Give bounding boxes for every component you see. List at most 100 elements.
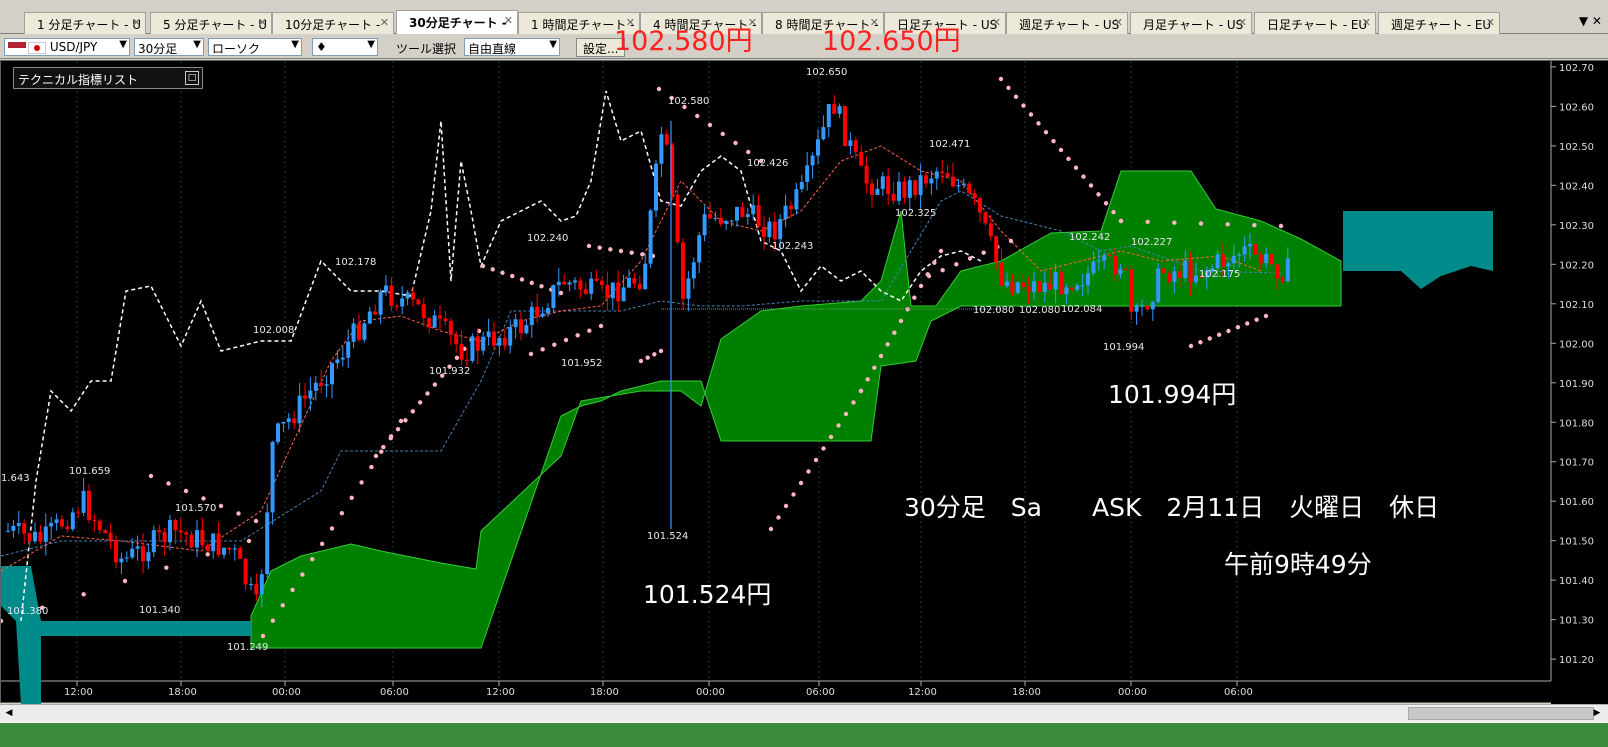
candle-bull [767,221,772,238]
tab-label: 10分足チャート - [285,18,381,32]
tab-chart-11[interactable]: 日足チャート - EU ✕ [1254,12,1376,34]
candle-bear [940,171,945,174]
candle-bear [1048,282,1053,290]
candle-bear [1129,269,1134,312]
candle-bull [783,205,788,220]
close-icon[interactable]: ✕ [1238,16,1247,29]
candle-bull [400,298,405,307]
tab-chart-4[interactable]: 30分足チャート - ✕ [396,10,518,34]
technical-indicator-list[interactable]: テクニカル指標リスト □ [13,67,203,89]
price-label: 102.080 [1019,305,1060,316]
candle-bear [427,318,432,328]
candle-bear [475,336,480,351]
price-tick-label: 101.50 [1559,537,1594,548]
candle-bear [718,217,723,224]
tab-chart-2[interactable]: 5 分足チャート - U ✕ [150,12,272,34]
tool-select[interactable]: 自由直線 ▼ [464,38,560,56]
price-label: 102.240 [527,233,568,244]
horizontal-scrollbar[interactable]: ◀ ▶ [0,704,1608,722]
psar-dot [1235,325,1241,330]
candle-bull [1215,254,1220,269]
price-label: 102.243 [772,241,813,252]
price-tick-label: 101.90 [1559,379,1594,390]
close-icon[interactable]: ✕ [1486,16,1495,29]
timeframe-select[interactable]: 30分足 ▼ [134,38,204,56]
psar-dot [640,252,645,257]
currency-pair-select[interactable]: USD/JPY ▼ [4,38,130,56]
scroll-right-icon[interactable]: ▶ [1590,707,1604,720]
ichimoku-cloud-teal-left [1,566,251,704]
scroll-left-icon[interactable]: ◀ [2,707,16,720]
tab-chart-9[interactable]: 週足チャート - US ✕ [1006,12,1128,34]
candle-bear [583,289,588,294]
candle-bull [330,363,334,385]
close-icon[interactable]: ✕ [132,16,141,29]
candle-bull [130,548,135,558]
candle-bull [486,331,491,337]
tab-label: 月足チャート - US [1143,18,1244,32]
candle-bear [886,176,891,195]
tab-chart-10[interactable]: 月足チャート - US ✕ [1130,12,1252,34]
time-tick-label: 06:00 [1224,687,1253,698]
candle-bull [281,422,286,424]
psar-dot [707,122,713,128]
psar-dot [878,353,884,359]
candle-bear [756,205,761,227]
close-icon[interactable]: ✕ [1362,16,1371,29]
candle-bull [1226,263,1231,267]
candle-bear [22,523,27,534]
candle-bull [119,558,124,563]
candle-bear [184,532,189,535]
tab-chart-12[interactable]: 週足チャート - EU ✕ [1378,12,1500,34]
psar-dot [885,342,890,347]
candle-bull [1140,305,1144,307]
psar-dot [1,618,4,624]
close-icon[interactable]: ✕ [504,14,513,27]
psar-dot [645,355,650,360]
psar-dot [1036,121,1041,126]
close-icon[interactable]: ✕ [1114,16,1123,29]
candle-bear [254,584,259,595]
candle-bull [929,178,934,184]
psar-dot [967,256,973,261]
scroll-thumb[interactable] [1408,707,1594,720]
chart-area[interactable]: 102.70 102.60 102.50 102.40 102.30 102.20 102.… [0,60,1608,704]
candle-bear [162,531,167,543]
psar-dot [329,526,335,531]
psar-dot [270,618,276,623]
candle-bull [1075,285,1080,290]
close-icon[interactable]: ✕ [380,16,389,29]
psar-dot [858,388,864,394]
tab-chart-3[interactable]: 10分足チャート - ✕ [272,12,394,34]
candle-bear [357,323,361,340]
candle-bull [249,584,253,586]
psar-dot [236,511,241,516]
close-icon[interactable]: ✕ [258,16,267,29]
price-label: 102.650 [806,67,847,78]
psar-dot [658,348,664,354]
chevron-down-icon: ▼ [367,39,375,50]
close-icon[interactable]: ✕ [992,16,1001,29]
psar-dot [395,427,401,432]
price-tick-label: 102.70 [1559,63,1594,74]
psar-dot [1188,343,1194,349]
psar-dot [1245,321,1250,326]
chart-type-select[interactable]: ローソク ▼ [208,38,302,56]
candle-bull [270,441,275,513]
price-tick-label: 102.10 [1559,300,1594,311]
psar-dot [1263,313,1269,319]
time-tick-label: 18:00 [590,687,619,698]
psar-dot [388,435,393,441]
candle-bear [292,418,297,424]
candle-bear [972,192,977,198]
psar-dot [898,318,904,324]
candle-bull [33,531,37,542]
overlay-high-2: 102.650円 [822,26,961,57]
tab-chart-1[interactable]: 1 分足チャート - U ✕ [24,12,146,34]
price-chart[interactable]: 102.70 102.60 102.50 102.40 102.30 102.20 102.… [1,61,1608,704]
tab-list-menu-icon[interactable]: ▼ ✕ [1579,14,1602,28]
currency-pair-value: USD/JPY [49,40,98,54]
draw-style-select[interactable]: ♦ ▼ [312,38,378,56]
candle-bull [1032,281,1036,292]
restore-icon[interactable]: □ [185,71,199,85]
